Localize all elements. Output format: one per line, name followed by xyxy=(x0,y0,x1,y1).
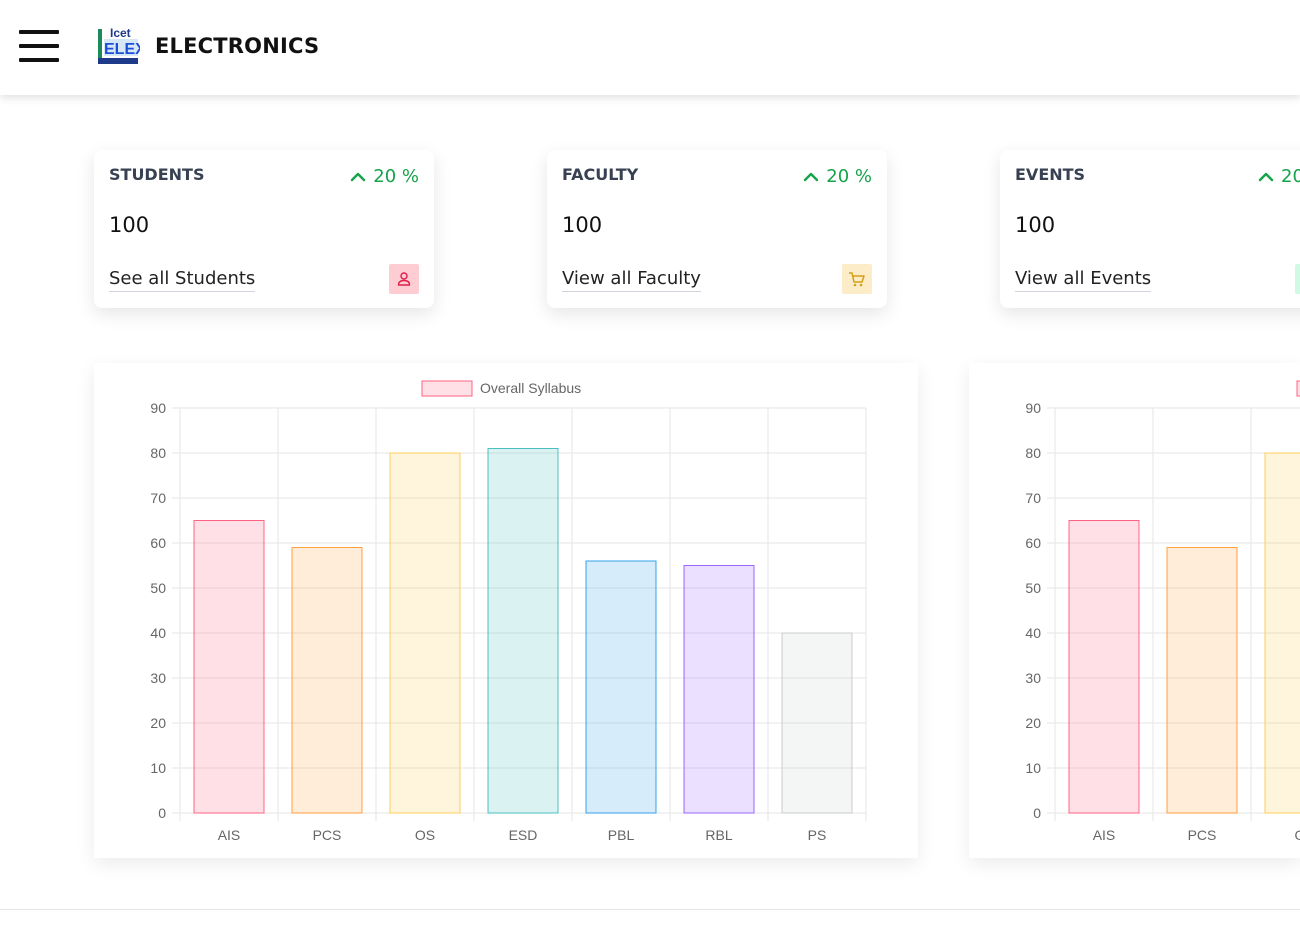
hamburger-menu-icon[interactable] xyxy=(19,30,59,62)
y-tick-label: 60 xyxy=(1025,535,1041,551)
bar-rbl xyxy=(683,565,755,814)
faculty-card: FACULTY 20 % 100 View all Faculty xyxy=(547,150,887,308)
y-tick-label: 30 xyxy=(150,670,166,686)
top-navbar: Icet ELEX ELECTRONICS xyxy=(0,0,1300,95)
y-tick-label: 20 xyxy=(150,715,166,731)
page-title: ELECTRONICS xyxy=(155,34,320,58)
x-tick-label: AIS xyxy=(218,827,241,843)
x-tick-label: O xyxy=(1295,827,1300,843)
svg-text:ELEX: ELEX xyxy=(104,41,140,58)
bar-ps xyxy=(781,632,853,814)
x-tick-label: RBL xyxy=(705,827,732,843)
y-tick-label: 60 xyxy=(150,535,166,551)
view-all-events-link[interactable]: View all Events xyxy=(1015,268,1152,292)
card-value: 100 xyxy=(1015,213,1056,237)
second-bar-chart: 0 10 20 30 40 50 60 70 80 90 AIS PCS O xyxy=(1025,380,1300,843)
bar-pbl xyxy=(585,560,657,814)
view-all-faculty-link[interactable]: View all Faculty xyxy=(562,268,701,292)
chevron-up-icon xyxy=(804,172,819,181)
bar-os xyxy=(389,452,461,814)
x-tick-label: PBL xyxy=(608,827,635,843)
bar-ais xyxy=(1068,520,1140,814)
bar-pcs xyxy=(1166,547,1238,814)
chevron-up-icon xyxy=(351,172,366,181)
trend-value: 20 % xyxy=(373,166,419,187)
y-tick-label: 40 xyxy=(1025,625,1041,641)
card-title: STUDENTS xyxy=(109,165,205,184)
trend-value: 20 % xyxy=(826,166,872,187)
card-value: 100 xyxy=(109,213,150,237)
y-tick-label: 70 xyxy=(150,490,166,506)
x-tick-label: AIS xyxy=(1093,827,1116,843)
y-tick-label: 90 xyxy=(1025,400,1041,416)
card-title: FACULTY xyxy=(562,165,639,184)
events-card: EVENTS 20 100 View all Events xyxy=(1000,150,1300,308)
trend-indicator: 20 % xyxy=(803,166,872,187)
x-tick-label: OS xyxy=(415,827,435,843)
cart-icon xyxy=(842,264,872,294)
y-tick-label: 40 xyxy=(150,625,166,641)
bar-ais xyxy=(193,520,265,814)
x-tick-label: PCS xyxy=(1188,827,1217,843)
chevron-up-icon xyxy=(1258,172,1274,181)
legend-swatch xyxy=(421,380,473,397)
y-tick-label: 10 xyxy=(150,760,166,776)
bar-pcs xyxy=(291,547,363,814)
card-value: 100 xyxy=(562,213,603,237)
y-tick-label: 0 xyxy=(158,805,166,821)
y-tick-label: 80 xyxy=(1025,445,1041,461)
card-title: EVENTS xyxy=(1015,165,1086,184)
y-tick-label: 10 xyxy=(1025,760,1041,776)
bar-esd xyxy=(487,448,559,814)
trend-value: 20 xyxy=(1281,166,1300,187)
user-icon xyxy=(389,264,419,294)
legend-label: Overall Syllabus xyxy=(480,380,581,396)
brand-logo[interactable]: Icet ELEX xyxy=(96,25,146,67)
y-tick-label: 0 xyxy=(1033,805,1041,821)
y-tick-label: 20 xyxy=(1025,715,1041,731)
x-tick-label: ESD xyxy=(509,827,538,843)
x-tick-label: PCS xyxy=(313,827,342,843)
syllabus-chart-card: Overall Syllabus 0 10 20 30 40 50 60 70 80 90 AIS PC… xyxy=(94,363,918,858)
y-tick-label: 80 xyxy=(150,445,166,461)
y-tick-label: 50 xyxy=(150,580,166,596)
calendar-icon xyxy=(1295,264,1300,294)
trend-indicator: 20 % xyxy=(350,166,419,187)
footer-divider xyxy=(0,909,1300,910)
y-tick-label: 70 xyxy=(1025,490,1041,506)
x-tick-label: PS xyxy=(808,827,827,843)
second-chart-card: 0 10 20 30 40 50 60 70 80 90 AIS PCS O xyxy=(969,363,1300,858)
y-tick-label: 50 xyxy=(1025,580,1041,596)
see-all-students-link[interactable]: See all Students xyxy=(109,268,256,292)
syllabus-bar-chart: Overall Syllabus 0 10 20 30 40 50 60 70 80 90 AIS PC… xyxy=(150,380,867,843)
bar-o xyxy=(1264,452,1300,814)
svg-text:Icet: Icet xyxy=(110,26,131,40)
students-card: STUDENTS 20 % 100 See all Students xyxy=(94,150,434,308)
trend-indicator: 20 xyxy=(1258,166,1300,187)
y-tick-label: 90 xyxy=(150,400,166,416)
y-tick-label: 30 xyxy=(1025,670,1041,686)
